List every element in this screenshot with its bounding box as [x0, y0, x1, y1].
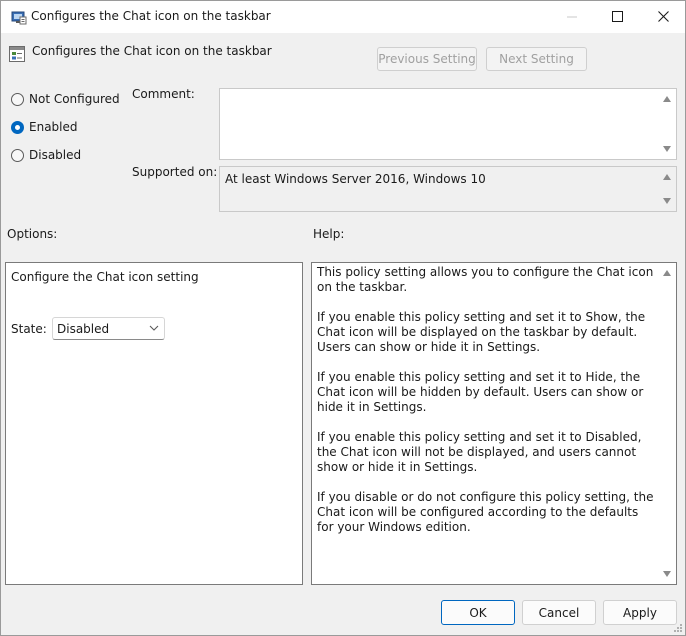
close-icon [657, 11, 669, 22]
title-bar[interactable]: Configures the Chat icon on the taskbar [1, 1, 685, 33]
help-panel[interactable]: This policy setting allows you to config… [311, 262, 677, 585]
radio-disabled-circle[interactable] [11, 148, 24, 162]
radio-disabled[interactable]: Disabled [11, 147, 81, 163]
help-paragraph: If you enable this policy setting and se… [317, 370, 644, 414]
supported-on-textbox[interactable]: At least Windows Server 2016, Windows 10 [219, 166, 677, 212]
options-panel: Configure the Chat icon setting State: [5, 262, 303, 585]
state-label: State: [11, 322, 47, 336]
supported-on-text: At least Windows Server 2016, Windows 10 [225, 172, 486, 186]
comment-textbox[interactable] [219, 88, 677, 160]
policy-dialog-window: Configures the Chat icon on the taskbar … [0, 0, 686, 636]
maximize-icon [611, 11, 623, 22]
cancel-button[interactable]: Cancel [522, 600, 596, 625]
help-label: Help: [313, 227, 345, 241]
state-dropdown[interactable]: Disabled [52, 317, 165, 340]
radio-not-configured[interactable]: Not Configured [11, 91, 120, 107]
help-paragraph: If you disable or do not configure this … [317, 490, 654, 534]
previous-setting-button[interactable]: Previous Setting [377, 47, 477, 71]
supported-on-label: Supported on: [132, 165, 218, 179]
apply-button[interactable]: Apply [603, 600, 677, 625]
next-setting-button[interactable]: Next Setting [486, 47, 587, 71]
options-setting-title: Configure the Chat icon setting [11, 270, 199, 284]
scroll-down-arrow-icon[interactable] [663, 198, 671, 204]
window-title: Configures the Chat icon on the taskbar [31, 9, 271, 23]
scroll-down-arrow-icon[interactable] [663, 146, 671, 152]
radio-enabled-circle[interactable] [11, 120, 24, 134]
supported-on-scrollbar[interactable] [659, 167, 676, 211]
radio-not-configured-label: Not Configured [29, 92, 120, 106]
close-button[interactable] [640, 1, 685, 32]
chevron-down-icon [149, 325, 159, 331]
maximize-button[interactable] [594, 1, 640, 32]
resize-grip-icon[interactable] [673, 623, 683, 633]
setting-title: Configures the Chat icon on the taskbar [32, 44, 272, 58]
help-scrollbar[interactable] [659, 263, 676, 584]
state-dropdown-value: Disabled [57, 322, 110, 336]
comment-scrollbar[interactable] [659, 89, 676, 159]
radio-disabled-label: Disabled [29, 148, 82, 162]
radio-not-configured-circle[interactable] [11, 92, 24, 106]
radio-enabled-label: Enabled [29, 120, 78, 134]
help-text: This policy setting allows you to config… [317, 265, 655, 550]
options-label: Options: [7, 227, 58, 241]
policy-setting-icon [9, 46, 25, 62]
scroll-up-arrow-icon[interactable] [663, 96, 671, 102]
scroll-up-arrow-icon[interactable] [663, 174, 671, 180]
help-paragraph: This policy setting allows you to config… [317, 265, 654, 294]
policy-editor-icon [11, 11, 27, 25]
comment-label: Comment: [132, 87, 195, 101]
help-paragraph: If you enable this policy setting and se… [317, 430, 642, 474]
scroll-up-arrow-icon[interactable] [663, 270, 671, 276]
scroll-down-arrow-icon[interactable] [663, 571, 671, 577]
help-paragraph: If you enable this policy setting and se… [317, 310, 646, 354]
minimize-icon [567, 16, 577, 17]
minimize-button[interactable] [549, 1, 595, 32]
radio-enabled[interactable]: Enabled [11, 119, 78, 135]
ok-button[interactable]: OK [441, 600, 515, 625]
